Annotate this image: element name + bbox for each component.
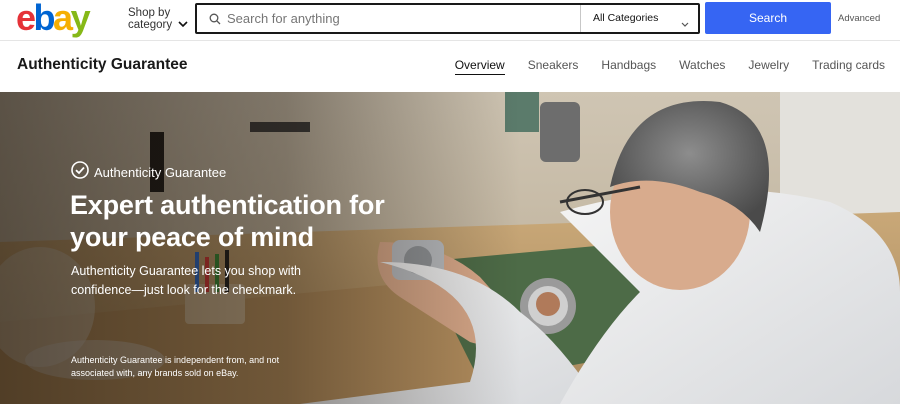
logo-letter-y: y	[70, 0, 91, 38]
tab-sneakers[interactable]: Sneakers	[528, 58, 579, 75]
tab-watches[interactable]: Watches	[679, 58, 725, 75]
shop-by-category-button[interactable]: Shop by category	[128, 7, 190, 33]
hero-banner: Authenticity Guarantee Expert authentica…	[0, 92, 900, 404]
category-select[interactable]: All Categories	[581, 5, 698, 32]
chevron-down-icon	[178, 15, 188, 33]
subnav-tabs: Overview Sneakers Handbags Watches Jewel…	[432, 58, 885, 75]
chevron-down-icon	[681, 15, 689, 33]
authenticity-subnav: Authenticity Guarantee Overview Sneakers…	[0, 41, 900, 92]
category-selected-label: All Categories	[593, 12, 659, 24]
badge-label: Authenticity Guarantee	[94, 165, 227, 180]
search-icon	[209, 12, 221, 30]
hero-disclaimer: Authenticity Guarantee is independent fr…	[71, 355, 280, 378]
shop-by-category-label: Shop by category	[128, 7, 173, 31]
search-button[interactable]: Search	[705, 2, 831, 34]
hero-headline: Expert authentication for your peace of …	[70, 190, 385, 252]
hero-subhead: Authenticity Guarantee lets you shop wit…	[71, 264, 301, 297]
tab-jewelry[interactable]: Jewelry	[748, 58, 789, 75]
global-header: ebay Shop by category All Categories Sea…	[0, 0, 900, 40]
search-input[interactable]	[227, 6, 572, 31]
tab-overview[interactable]: Overview	[454, 58, 505, 75]
ebay-logo[interactable]: ebay	[16, 0, 108, 38]
logo-letter-e: e	[16, 0, 36, 38]
advanced-search-link[interactable]: Advanced	[838, 13, 880, 24]
search-bar: All Categories	[195, 3, 700, 34]
logo-letter-a: a	[53, 0, 73, 38]
tab-trading-cards[interactable]: Trading cards	[812, 58, 885, 75]
page-title: Authenticity Guarantee	[17, 56, 188, 73]
tab-handbags[interactable]: Handbags	[601, 58, 656, 75]
authenticity-badge: Authenticity Guarantee	[71, 161, 226, 184]
check-circle-icon	[71, 161, 89, 184]
logo-letter-b: b	[33, 0, 56, 38]
